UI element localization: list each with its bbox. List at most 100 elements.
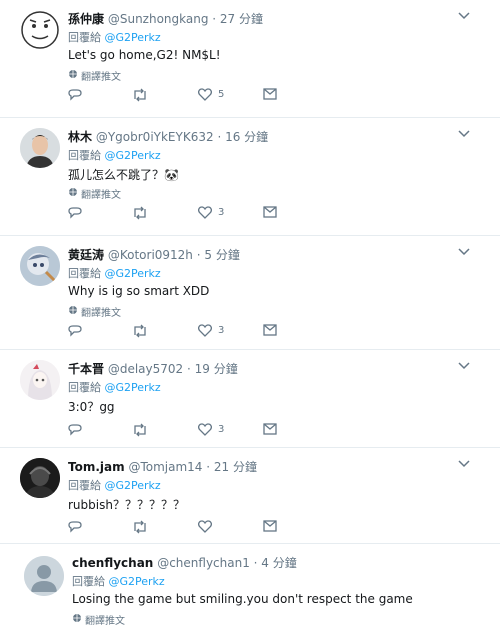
mention-link[interactable]: @G2Perkz [109,575,165,588]
reply-button[interactable] [68,520,82,534]
chevron-down-icon[interactable] [456,360,472,372]
chevron-down-icon[interactable] [456,246,472,258]
reply-context: 回覆給 @G2Perkz [68,147,161,163]
avatar[interactable] [20,10,60,50]
globe-icon [72,613,82,626]
chevron-down-icon[interactable] [456,10,472,22]
translate-link[interactable]: 翻譯推文 [68,304,121,319]
action-bar: 3 [68,206,278,222]
chevron-down-icon[interactable] [456,458,472,470]
tweet-text: 3:0？gg [68,400,115,414]
retweet-icon [132,206,148,220]
action-bar: 5 [68,88,278,104]
timestamp[interactable]: · 19 分鐘 [187,362,238,376]
reply-button[interactable] [68,324,82,338]
message-button[interactable] [263,520,277,532]
reply-button[interactable] [68,88,82,102]
message-button[interactable] [263,324,277,336]
retweet-button[interactable] [132,88,148,102]
heart-icon [198,88,212,101]
tweet-item[interactable]: Tom.jam @Tomjam14 · 21 分鐘 回覆給 @G2Perkz r… [0,448,500,544]
reply-prefix: 回覆給 [68,31,101,44]
user-name[interactable]: Tom.jam [68,460,125,474]
user-handle[interactable]: @Kotori0912h [108,248,193,262]
timestamp[interactable]: · 4 分鐘 [254,556,297,570]
timestamp[interactable]: · 27 分鐘 [212,12,263,26]
user-handle[interactable]: @delay5702 [108,362,183,376]
timestamp[interactable]: · 16 分鐘 [217,130,268,144]
like-button[interactable] [198,520,218,533]
avatar[interactable] [24,556,64,596]
translate-link[interactable]: 翻譯推文 [68,68,121,83]
avatar[interactable] [20,360,60,400]
globe-icon [68,187,78,200]
message-button[interactable] [263,423,277,435]
heart-icon [198,206,212,219]
reply-button[interactable] [68,206,82,220]
mention-link[interactable]: @G2Perkz [105,381,161,394]
reply-button[interactable] [68,423,82,437]
retweet-icon [132,423,148,437]
retweet-icon [132,324,148,338]
mention-link[interactable]: @G2Perkz [105,267,161,280]
user-handle[interactable]: @Sunzhongkang [108,12,209,26]
mention-link[interactable]: @G2Perkz [105,149,161,162]
retweet-button[interactable] [132,520,148,534]
avatar[interactable] [20,458,60,498]
reply-icon [68,423,82,437]
message-button[interactable] [263,88,277,100]
action-bar: 3 [68,423,278,439]
avatar[interactable] [20,128,60,168]
action-bar [68,520,278,536]
envelope-icon [263,206,277,218]
tweet-item[interactable]: 孫仲康 @Sunzhongkang · 27 分鐘 回覆給 @G2Perkz L… [0,0,500,118]
user-name[interactable]: 千本晋 [68,362,104,376]
reply-prefix: 回覆給 [68,479,101,492]
tweet-item[interactable]: chenflychan @chenflychan1 · 4 分鐘 回覆給 @G2… [0,544,500,630]
reply-prefix: 回覆給 [68,149,101,162]
reply-prefix: 回覆給 [72,575,105,588]
like-count: 5 [218,89,225,100]
reply-context: 回覆給 @G2Perkz [68,379,161,395]
chevron-down-icon[interactable] [456,128,472,140]
message-button[interactable] [263,206,277,218]
like-count: 3 [218,424,225,435]
reply-context: 回覆給 @G2Perkz [68,265,161,281]
timestamp[interactable]: · 21 分鐘 [206,460,257,474]
retweet-button[interactable] [132,324,148,338]
reply-icon [68,88,82,102]
retweet-button[interactable] [132,423,148,437]
user-name[interactable]: 孫仲康 [68,12,104,26]
user-handle[interactable]: @Tomjam14 [128,460,202,474]
tweet-text: 孤儿怎么不跳了？🐼 [68,168,179,182]
user-name[interactable]: 黄廷涛 [68,248,104,262]
user-name[interactable]: 林木 [68,130,92,144]
user-handle[interactable]: @Ygobr0iYkEYK632 [96,130,214,144]
translate-label: 翻譯推文 [85,616,125,627]
translate-link[interactable]: 翻譯推文 [72,612,125,627]
tweet-text: rubbish？？？？？？ [68,498,185,512]
like-button[interactable]: 5 [198,88,224,101]
like-button[interactable]: 3 [198,206,224,219]
timestamp[interactable]: · 5 分鐘 [197,248,240,262]
tweet-text: Losing the game but smiling.you don't re… [72,592,413,606]
globe-icon [68,69,78,82]
heart-icon [198,423,212,436]
tweet-item[interactable]: 黄廷涛 @Kotori0912h · 5 分鐘 回覆給 @G2Perkz Why… [0,236,500,350]
translate-label: 翻譯推文 [81,190,121,201]
reply-icon [68,206,82,220]
like-button[interactable]: 3 [198,423,224,436]
user-name[interactable]: chenflychan [72,556,153,570]
like-button[interactable]: 3 [198,324,224,337]
translate-label: 翻譯推文 [81,72,121,83]
envelope-icon [263,423,277,435]
mention-link[interactable]: @G2Perkz [105,479,161,492]
mention-link[interactable]: @G2Perkz [105,31,161,44]
translate-link[interactable]: 翻譯推文 [68,186,121,201]
tweet-item[interactable]: 林木 @Ygobr0iYkEYK632 · 16 分鐘 回覆給 @G2Perkz… [0,118,500,236]
retweet-button[interactable] [132,206,148,220]
user-handle[interactable]: @chenflychan1 [157,556,250,570]
reply-icon [68,324,82,338]
tweet-item[interactable]: 千本晋 @delay5702 · 19 分鐘 回覆給 @G2Perkz 3:0？… [0,350,500,448]
avatar[interactable] [20,246,60,286]
